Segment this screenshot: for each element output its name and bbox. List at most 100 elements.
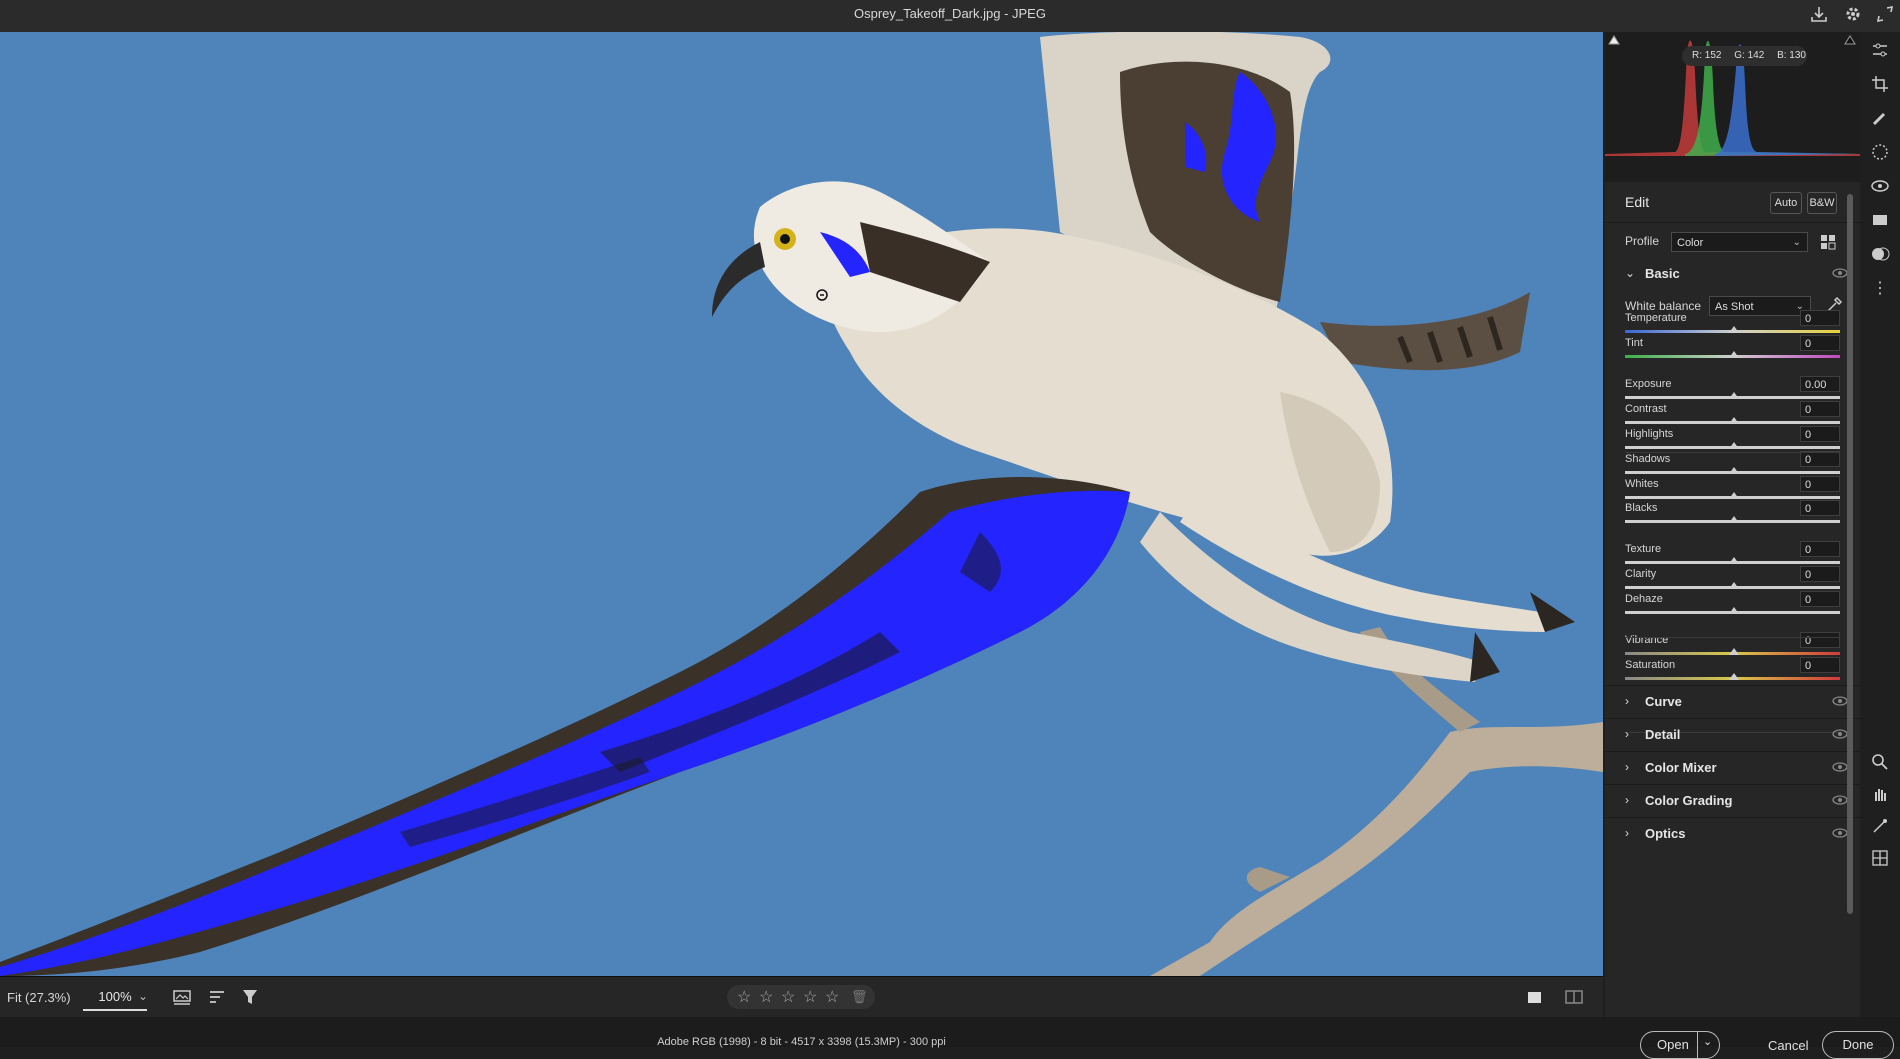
slider-label: Saturation	[1625, 659, 1676, 671]
slider-thumb[interactable]	[1729, 442, 1739, 449]
slider-thumb[interactable]	[1729, 673, 1739, 680]
slider-value-field[interactable]: 0	[1800, 591, 1840, 607]
slider-value-field[interactable]: 0	[1800, 335, 1840, 351]
section-basic[interactable]: ⌄ Basic	[1605, 258, 1860, 290]
slider-thumb[interactable]	[1729, 326, 1739, 333]
star-rating[interactable]: ☆ ☆ ☆ ☆ ☆ 🗑	[727, 985, 875, 1009]
section-title: Color Mixer	[1645, 760, 1717, 775]
presets-icon[interactable]	[1870, 244, 1890, 264]
section-curve[interactable]: › Curve	[1605, 685, 1860, 718]
red-value: R: 152	[1692, 50, 1722, 61]
chevron-right-icon: ›	[1625, 826, 1629, 840]
star-5-icon[interactable]: ☆	[825, 987, 839, 1007]
blue-value: B: 130	[1777, 50, 1806, 61]
rgb-readout: R: 152 G: 142 B: 130	[1682, 46, 1807, 66]
slider-label: Exposure	[1625, 378, 1672, 390]
bw-button[interactable]: B&W	[1807, 192, 1837, 214]
zoom-dropdown-chevron-icon[interactable]: ⌄	[138, 989, 148, 1003]
slider-label: Tint	[1625, 337, 1643, 349]
star-3-icon[interactable]: ☆	[781, 987, 795, 1007]
healing-icon[interactable]	[1870, 108, 1890, 128]
slider-thumb[interactable]	[1729, 492, 1739, 499]
chevron-down-icon: ⌄	[1792, 237, 1801, 248]
section-title: Optics	[1645, 826, 1686, 841]
zoom-icon[interactable]	[1870, 752, 1890, 772]
slider-thumb[interactable]	[1729, 607, 1739, 614]
image-info-link[interactable]: Adobe RGB (1998) - 8 bit - 4517 x 3398 (…	[0, 1036, 1603, 1048]
red-eye-icon[interactable]	[1870, 176, 1890, 196]
auto-button[interactable]: Auto	[1770, 192, 1802, 214]
chevron-down-icon: ⌄	[1625, 266, 1636, 280]
hand-icon[interactable]	[1870, 784, 1890, 804]
slider-label: Contrast	[1625, 403, 1667, 415]
panel-scrollbar[interactable]	[1844, 182, 1856, 942]
slider-value-field[interactable]: 0	[1800, 632, 1840, 648]
compare-view-icon[interactable]	[1564, 987, 1584, 1007]
section-detail[interactable]: › Detail	[1605, 718, 1860, 751]
slider-value-field[interactable]: 0	[1800, 426, 1840, 442]
edit-header: Edit Auto B&W	[1605, 182, 1860, 223]
sort-icon[interactable]	[207, 987, 227, 1007]
done-button[interactable]: Done	[1822, 1031, 1894, 1059]
slider-label: Shadows	[1625, 453, 1671, 465]
slider-value-field[interactable]: 0	[1800, 566, 1840, 582]
star-4-icon[interactable]: ☆	[803, 987, 817, 1007]
fullscreen-icon[interactable]	[1874, 3, 1896, 25]
edit-sliders-icon[interactable]	[1870, 40, 1890, 60]
title-bar: Osprey_Takeoff_Dark.jpg - JPEG	[0, 0, 1900, 32]
slider-value-field[interactable]: 0	[1800, 310, 1840, 326]
gear-icon[interactable]	[1842, 3, 1864, 25]
more-icon[interactable]: ⋮	[1870, 278, 1890, 298]
toggle-samplers-icon[interactable]	[1870, 816, 1890, 836]
filter-icon[interactable]	[240, 987, 260, 1007]
slider-thumb[interactable]	[1729, 417, 1739, 424]
slider-label: Dehaze	[1625, 593, 1663, 605]
divider	[1625, 452, 1840, 453]
slider-value-field[interactable]: 0	[1800, 500, 1840, 516]
fit-zoom-button[interactable]: Fit (27.3%)	[7, 990, 71, 1005]
open-button[interactable]: Open ⌄	[1640, 1031, 1720, 1059]
cancel-button[interactable]: Cancel	[1768, 1038, 1808, 1053]
trash-icon[interactable]: 🗑	[851, 989, 868, 1005]
save-download-icon[interactable]	[1808, 3, 1830, 25]
slider-label: Clarity	[1625, 568, 1657, 580]
single-view-icon[interactable]	[1524, 987, 1544, 1007]
star-1-icon[interactable]: ☆	[737, 987, 751, 1007]
slider-tint[interactable]: Tint 0	[1625, 335, 1840, 367]
slider-thumb[interactable]	[1729, 516, 1739, 523]
profile-select[interactable]: Color ⌄	[1671, 232, 1808, 252]
slider-dehaze[interactable]: Dehaze 0	[1625, 591, 1840, 623]
crop-icon[interactable]	[1870, 74, 1890, 94]
slider-thumb[interactable]	[1729, 582, 1739, 589]
slider-value-field[interactable]: 0.00	[1800, 376, 1840, 392]
divider	[1625, 637, 1840, 638]
section-color-grading[interactable]: › Color Grading	[1605, 784, 1860, 817]
grid-icon[interactable]	[1870, 848, 1890, 868]
profile-browser-icon[interactable]	[1820, 234, 1836, 250]
snapshots-icon[interactable]	[1870, 210, 1890, 230]
osprey-photo	[0, 32, 1603, 976]
slider-thumb[interactable]	[1729, 557, 1739, 564]
slider-thumb[interactable]	[1729, 467, 1739, 474]
slider-value-field[interactable]: 0	[1800, 657, 1840, 673]
chevron-right-icon: ›	[1625, 793, 1629, 807]
open-dropdown-icon[interactable]: ⌄	[1703, 1035, 1712, 1048]
scrollbar-thumb[interactable]	[1847, 194, 1853, 914]
slider-value-field[interactable]: 0	[1800, 401, 1840, 417]
slider-value-field[interactable]: 0	[1800, 541, 1840, 557]
section-optics[interactable]: › Optics	[1605, 817, 1860, 850]
slider-blacks[interactable]: Blacks 0	[1625, 500, 1840, 532]
masking-icon[interactable]	[1870, 142, 1890, 162]
slider-value-field[interactable]: 0	[1800, 476, 1840, 492]
slider-thumb[interactable]	[1729, 351, 1739, 358]
image-canvas[interactable]	[0, 32, 1603, 976]
slider-thumb[interactable]	[1729, 648, 1739, 655]
slider-value-field[interactable]: 0	[1800, 451, 1840, 467]
section-color-mixer[interactable]: › Color Mixer	[1605, 751, 1860, 784]
open-divider	[1697, 1031, 1698, 1058]
status-bar: Adobe RGB (1998) - 8 bit - 4517 x 3398 (…	[0, 1017, 1900, 1059]
slider-thumb[interactable]	[1729, 392, 1739, 399]
star-2-icon[interactable]: ☆	[759, 987, 773, 1007]
edit-panel: R: 152 G: 142 B: 130 Edit Auto B&W Profi…	[1605, 32, 1860, 1017]
filmstrip-icon[interactable]	[172, 987, 192, 1007]
